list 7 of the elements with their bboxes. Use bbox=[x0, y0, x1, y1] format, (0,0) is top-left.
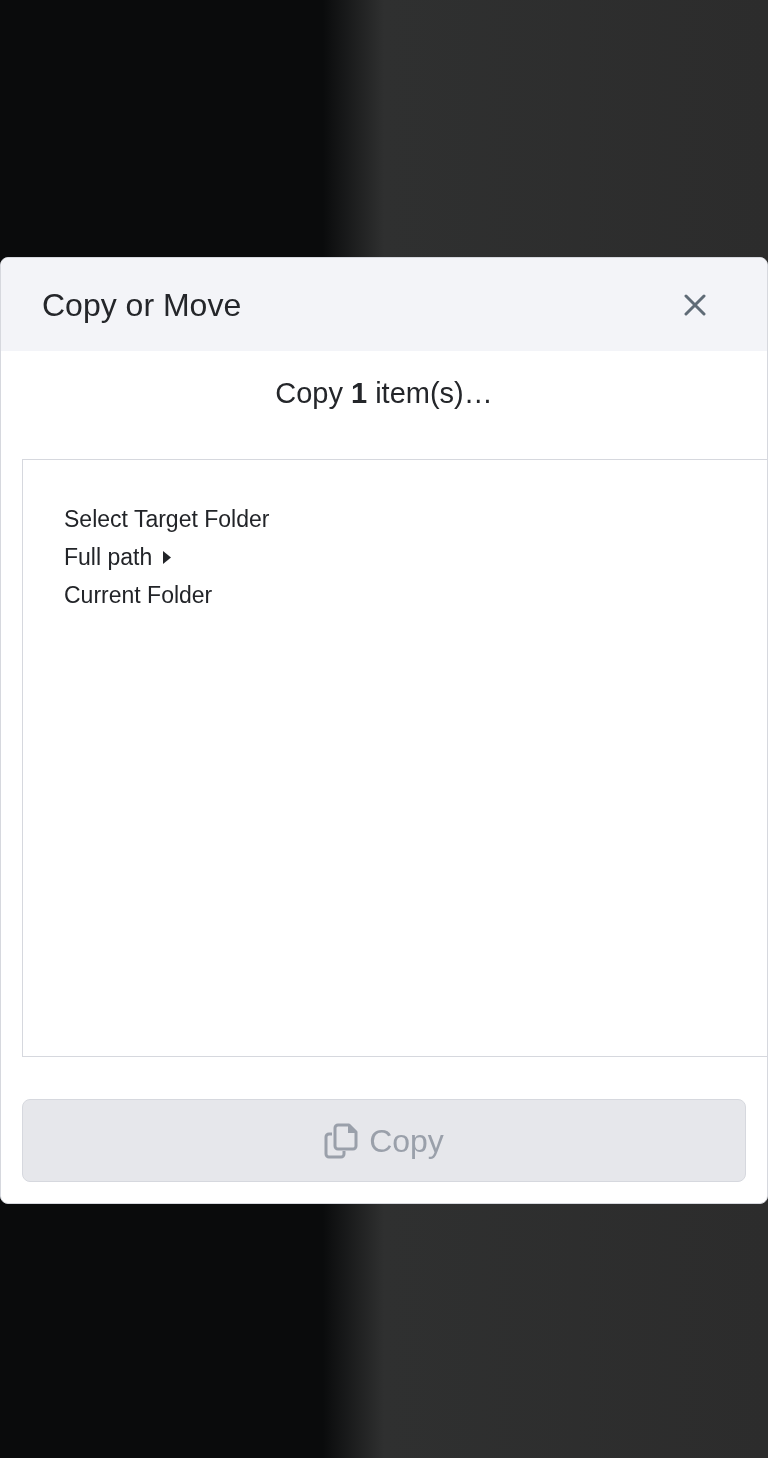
folder-label: Select Target Folder bbox=[64, 504, 270, 534]
copy-summary: Copy 1 item(s)… bbox=[275, 376, 493, 412]
full-path-toggle[interactable]: Full path bbox=[64, 539, 173, 575]
copy-icon bbox=[324, 1122, 359, 1159]
dialog-title: Copy or Move bbox=[42, 285, 242, 325]
caret-icon[interactable] bbox=[162, 550, 173, 564]
folder-label: Current Folder bbox=[64, 580, 213, 610]
